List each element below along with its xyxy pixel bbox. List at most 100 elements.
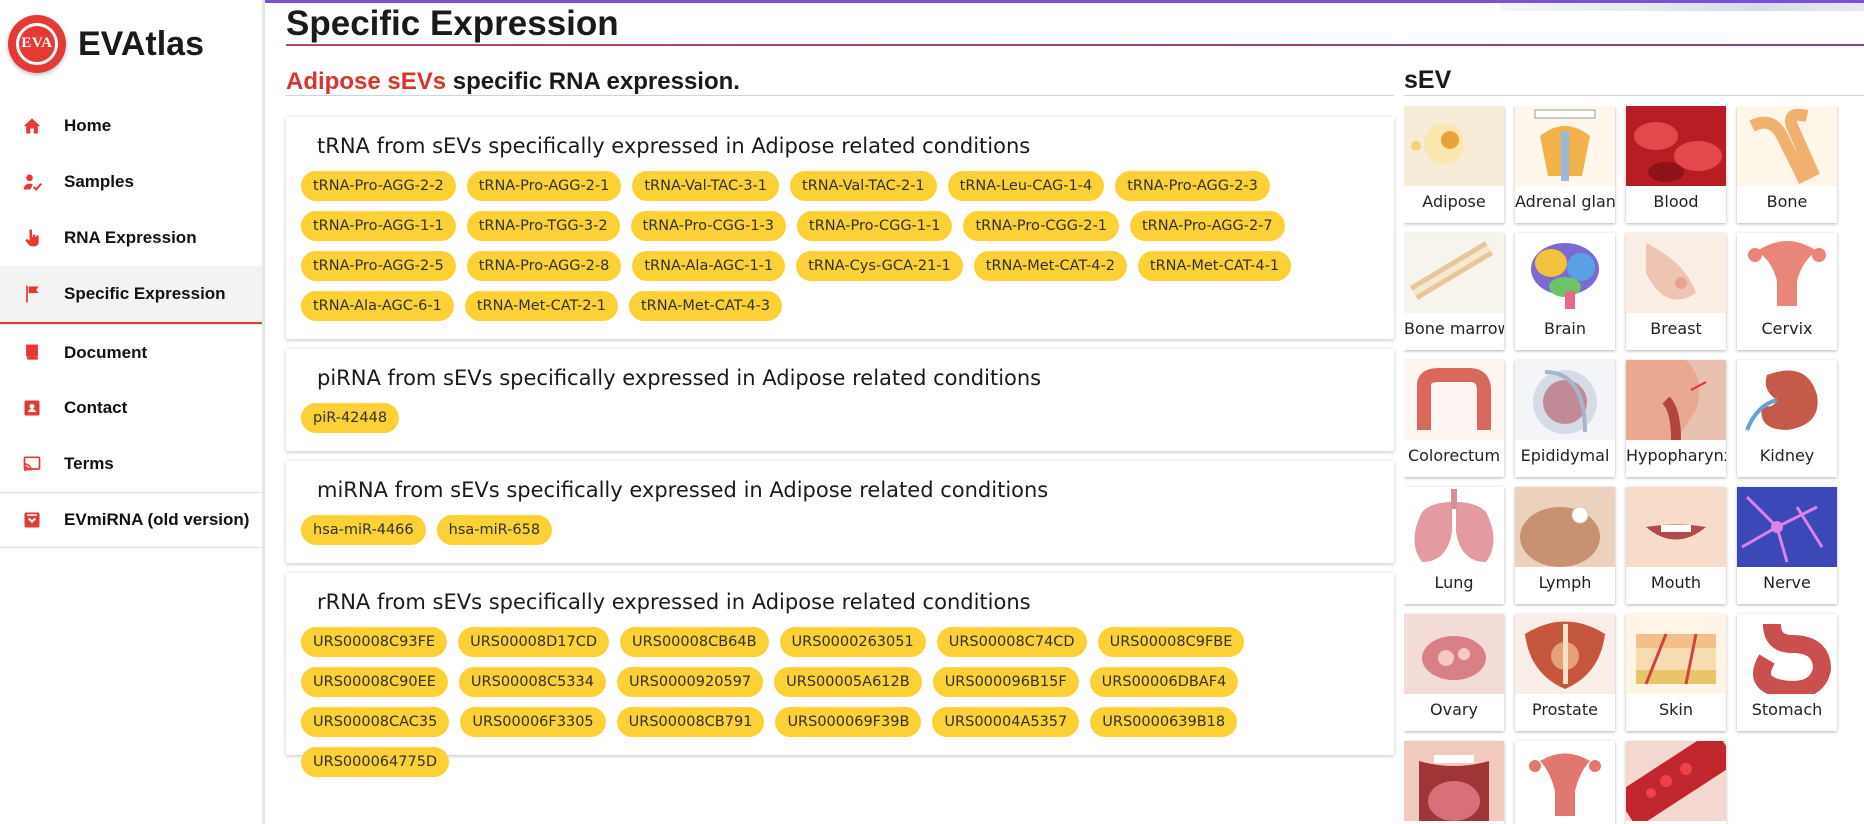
tissue-label: Lung [1434, 573, 1474, 592]
tissue-tile-lung[interactable]: Lung [1404, 487, 1504, 604]
rna-chip[interactable]: tRNA-Pro-TGG-3-2 [466, 211, 620, 241]
rna-chip[interactable]: tRNA-Met-CAT-4-1 [1137, 251, 1292, 281]
tissue-tile-bone[interactable]: Bone [1737, 106, 1837, 223]
rna-chip[interactable]: URS0000263051 [779, 627, 926, 657]
nav-item-label: Specific Expression [64, 284, 226, 303]
rna-chip[interactable]: tRNA-Pro-AGG-2-7 [1129, 211, 1285, 241]
rna-chip[interactable]: URS00008CB791 [616, 707, 765, 737]
rna-chip[interactable]: URS00008C9FBE [1097, 627, 1245, 657]
colorectum-icon [1404, 360, 1504, 440]
rna-chip[interactable]: URS0000920597 [616, 667, 764, 697]
nav-item-samples[interactable]: Samples [0, 154, 262, 210]
tissue-label: Epididymal [1520, 446, 1610, 465]
bone-marrow-icon [1404, 233, 1504, 313]
nav-item-terms[interactable]: Terms [0, 436, 262, 492]
rna-chip[interactable]: URS00008D17CD [458, 627, 610, 657]
rna-chip[interactable]: tRNA-Met-CAT-2-1 [464, 291, 618, 321]
rna-chip[interactable]: tRNA-Met-CAT-4-2 [973, 251, 1127, 281]
hypopharynx-icon [1626, 360, 1726, 440]
title-divider [286, 44, 1864, 46]
rna-chip[interactable]: tRNA-Val-TAC-2-1 [790, 171, 937, 201]
rna-chip[interactable]: URS00008CB64B [620, 627, 769, 657]
tissue-tile-adipose[interactable]: Adipose [1404, 106, 1504, 223]
book-icon [20, 341, 44, 365]
rna-chip[interactable]: tRNA-Pro-CGG-2-1 [963, 211, 1119, 241]
rna-chip[interactable]: URS000064775D [301, 747, 450, 777]
nav-item-contact[interactable]: Contact [0, 380, 262, 436]
tissue-tile-hypopharynx[interactable]: Hypopharynx [1626, 360, 1726, 477]
tissue-label: Bone marrow [1404, 319, 1504, 338]
download-box-icon [20, 508, 44, 532]
tissue-tile-kidney[interactable]: Kidney [1737, 360, 1837, 477]
tongue-icon [1404, 741, 1504, 821]
rna-chip[interactable]: tRNA-Pro-AGG-2-2 [301, 171, 456, 201]
tissue-label: Nerve [1763, 573, 1811, 592]
breast-icon [1626, 233, 1726, 313]
rna-chip[interactable]: URS0000639B18 [1090, 707, 1238, 737]
nav-item-label: Home [64, 116, 112, 135]
bone-icon [1737, 106, 1837, 186]
tissue-tile-mouth[interactable]: Mouth [1626, 487, 1726, 604]
rna-chip[interactable]: tRNA-Met-CAT-4-3 [628, 291, 783, 321]
nav-item-home[interactable]: Home [0, 98, 262, 154]
rna-chip[interactable]: hsa-miR-4466 [301, 515, 426, 545]
tissue-label: Colorectum [1407, 446, 1501, 465]
tissue-tile-blood[interactable]: Blood [1626, 106, 1726, 223]
rna-chip[interactable]: hsa-miR-658 [436, 515, 553, 545]
brand[interactable]: EVA EVAtlas [8, 12, 204, 76]
rna-chip[interactable]: URS000069F39B [775, 707, 922, 737]
rna-chip[interactable]: URS00008C74CD [936, 627, 1087, 657]
vessel-icon [1626, 741, 1726, 821]
rna-chip[interactable]: URS00004A5357 [932, 707, 1080, 737]
nav-item-rna-expression[interactable]: RNA Expression [0, 210, 262, 266]
rna-chip[interactable]: tRNA-Pro-CGG-1-3 [630, 211, 787, 241]
tissue-label: Mouth [1650, 573, 1702, 592]
tissue-tile-ovary[interactable]: Ovary [1404, 614, 1504, 731]
tissue-tile-vessel[interactable] [1626, 741, 1726, 824]
eva-logo: EVA [8, 15, 66, 73]
tissue-tile-nerve[interactable]: Nerve [1737, 487, 1837, 604]
rna-chip[interactable]: tRNA-Cys-GCA-21-1 [796, 251, 963, 281]
rna-chip[interactable]: URS000096B15F [932, 667, 1079, 697]
rna-chip[interactable]: tRNA-Ala-AGC-6-1 [301, 291, 454, 321]
tissue-tile-cervix[interactable]: Cervix [1737, 233, 1837, 350]
rna-chip[interactable]: tRNA-Val-TAC-3-1 [632, 171, 780, 201]
tissue-tile-lymph[interactable]: Lymph [1515, 487, 1615, 604]
tissue-tile-epididymal[interactable]: Epididymal [1515, 360, 1615, 477]
card-title: rRNA from sEVs specifically expressed in… [317, 590, 1031, 614]
tissue-tile-adrenal-gland[interactable]: Adrenal gland [1515, 106, 1615, 223]
rna-chip[interactable]: URS00006DBAF4 [1089, 667, 1239, 697]
tissue-tile-uterus[interactable] [1515, 741, 1615, 824]
tissue-tile-skin[interactable]: Skin [1626, 614, 1726, 731]
tissue-tile-breast[interactable]: Breast [1626, 233, 1726, 350]
tissue-tile-bone-marrow[interactable]: Bone marrow [1404, 233, 1504, 350]
rna-chip[interactable]: tRNA-Pro-AGG-1-1 [301, 211, 456, 241]
rna-chip[interactable]: tRNA-Ala-AGC-1-1 [632, 251, 786, 281]
tissue-label: Lymph [1538, 573, 1592, 592]
rna-chip[interactable]: URS00008CAC35 [301, 707, 450, 737]
rna-chip[interactable]: piR-42448 [301, 403, 400, 433]
card-title: piRNA from sEVs specifically expressed i… [317, 366, 1042, 390]
sev-title: sEV [1404, 66, 1452, 94]
rna-chip[interactable]: tRNA-Pro-CGG-1-1 [797, 211, 953, 241]
mirna-card: miRNA from sEVs specifically expressed i… [286, 461, 1394, 563]
nav-item-document[interactable]: Document [0, 324, 262, 380]
tissue-tile-tongue[interactable] [1404, 741, 1504, 824]
tissue-tile-stomach[interactable]: Stomach [1737, 614, 1837, 731]
rna-chip[interactable]: URS00006F3305 [460, 707, 606, 737]
tissue-tile-colorectum[interactable]: Colorectum [1404, 360, 1504, 477]
rna-chip[interactable]: tRNA-Leu-CAG-1-4 [947, 171, 1105, 201]
nav-item-evmirna-old-version[interactable]: EVmiRNA (old version) [0, 492, 262, 548]
rna-chip[interactable]: URS00008C5334 [458, 667, 606, 697]
tissue-tile-prostate[interactable]: Prostate [1515, 614, 1615, 731]
rna-chip[interactable]: tRNA-Pro-AGG-2-3 [1115, 171, 1270, 201]
rna-chip[interactable]: tRNA-Pro-AGG-2-5 [301, 251, 456, 281]
nav-item-label: RNA Expression [64, 228, 197, 247]
rna-chip[interactable]: tRNA-Pro-AGG-2-1 [466, 171, 622, 201]
rna-chip[interactable]: URS00005A612B [774, 667, 922, 697]
rna-chip[interactable]: tRNA-Pro-AGG-2-8 [466, 251, 622, 281]
nav-item-specific-expression[interactable]: Specific Expression [0, 266, 262, 324]
tissue-tile-brain[interactable]: Brain [1515, 233, 1615, 350]
rna-chip[interactable]: URS00008C93FE [301, 627, 448, 657]
rna-chip[interactable]: URS00008C90EE [301, 667, 448, 697]
